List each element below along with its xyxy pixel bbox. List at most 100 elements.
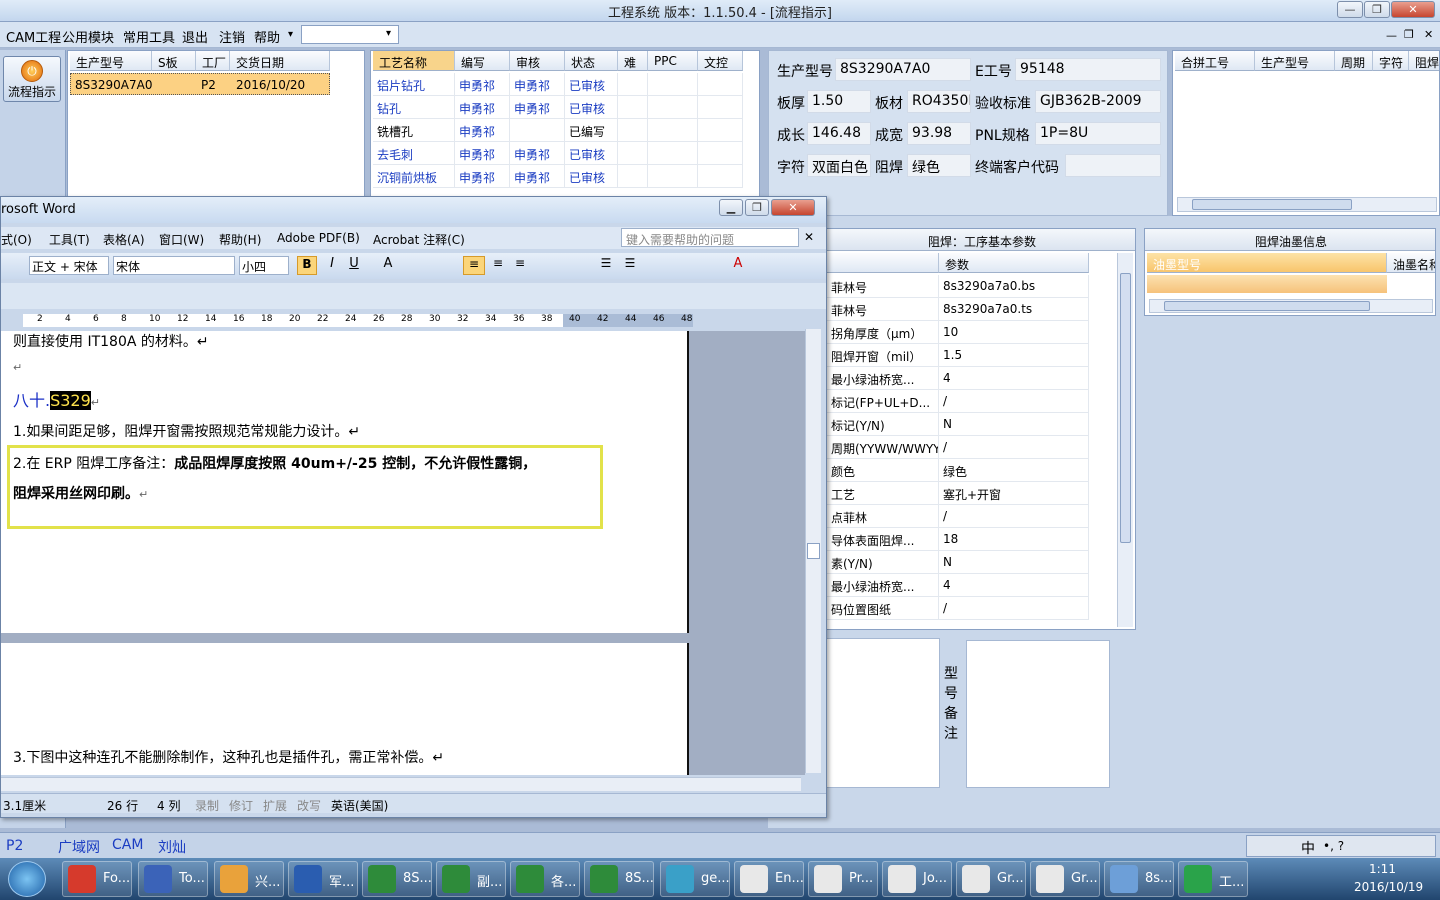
material-field[interactable]: RO4350E (907, 90, 971, 113)
process-cell[interactable] (698, 119, 743, 142)
word-help-search[interactable]: 键入需要帮助的问题 (621, 228, 799, 247)
process-cell[interactable] (648, 119, 698, 142)
mask-param-name[interactable]: 标记(Y/N) (827, 413, 939, 436)
word-menu-adobe[interactable]: Adobe PDF(B) (277, 231, 360, 245)
bullets-button[interactable]: ☰ (621, 256, 639, 275)
process-cell[interactable] (618, 96, 648, 119)
ink-header-model[interactable]: 油墨型号 (1147, 253, 1387, 273)
align-left-button[interactable]: ≡ (463, 256, 485, 275)
process-cell[interactable] (698, 165, 743, 188)
customer-field[interactable] (1065, 154, 1161, 177)
status-rec[interactable]: 录制 (195, 797, 219, 814)
taskbar-item[interactable]: 8S... (362, 861, 432, 897)
mask-param-value[interactable]: N (939, 551, 1089, 574)
merge-hscrollbar[interactable] (1177, 197, 1437, 212)
ink-hscrollbar[interactable] (1149, 299, 1433, 313)
size-select[interactable]: 小四 (239, 256, 289, 275)
style-select[interactable]: 正文 + 宋体 (29, 256, 109, 275)
taskbar-item[interactable]: Gr... (1030, 861, 1100, 897)
doc-vscrollbar[interactable] (805, 329, 821, 773)
mask-param-name[interactable]: 拐角厚度（μm） (827, 321, 939, 344)
ime-mode[interactable]: 中 (1301, 838, 1315, 858)
word-restore-button[interactable]: ❐ (745, 199, 769, 216)
doc-scroll-thumb[interactable] (807, 543, 820, 559)
taskbar-item[interactable]: 各... (510, 861, 580, 897)
order-row[interactable]: 8S3290A7A0 P2 2016/10/20 (70, 73, 330, 95)
mask-param-value[interactable]: 1.5 (939, 344, 1089, 367)
ink-scroll-thumb[interactable] (1164, 301, 1370, 311)
mask-param-name[interactable]: 周期(YYWW/WWYY) (827, 436, 939, 459)
word-menu-acrobat[interactable]: Acrobat 注释(C) (373, 231, 465, 248)
taskbar-item[interactable]: 工... (1178, 861, 1248, 897)
menu-logout[interactable]: 注销 (219, 27, 245, 46)
align-right-button[interactable]: ≡ (511, 256, 529, 275)
status-ovr[interactable]: 改写 (297, 797, 321, 814)
process-cell[interactable] (510, 119, 565, 142)
status-trk[interactable]: 修订 (229, 797, 253, 814)
proc-header-writer[interactable]: 编写 (455, 51, 510, 71)
word-menu-help[interactable]: 帮助(H) (219, 231, 261, 248)
mask-param-name[interactable]: 颜色 (827, 459, 939, 482)
taskbar-item[interactable]: 8S... (584, 861, 654, 897)
font-color-button[interactable]: A (729, 256, 747, 275)
taskbar-item[interactable]: 8s... (1104, 861, 1174, 897)
mask-param-value[interactable]: 8s3290a7a0.bs (939, 275, 1089, 298)
italic-button[interactable]: I (323, 256, 341, 275)
process-cell[interactable]: 已审核 (565, 96, 618, 119)
minimize-button[interactable]: — (1337, 1, 1363, 18)
char-field[interactable]: 双面白色 (807, 154, 871, 177)
mdi-close-button[interactable]: ✕ (1424, 28, 1433, 41)
process-cell[interactable] (698, 73, 743, 96)
mask-param-name[interactable]: 菲林号 (827, 298, 939, 321)
merge-scroll-thumb[interactable] (1192, 199, 1352, 210)
word-menu-tools[interactable]: 工具(T) (49, 231, 90, 248)
pnl-field[interactable]: 1P=8U (1035, 122, 1161, 145)
numbering-button[interactable]: ☰ (597, 256, 615, 275)
word-close-button[interactable]: ✕ (771, 199, 815, 216)
note-textarea[interactable] (966, 640, 1110, 788)
underline-button[interactable]: U (345, 256, 363, 275)
taskbar-item[interactable]: ge... (660, 861, 730, 897)
process-cell[interactable] (698, 142, 743, 165)
order-header-date[interactable]: 交货日期 (230, 51, 330, 71)
mask-params-scroll-thumb[interactable] (1120, 273, 1131, 543)
font-select[interactable]: 宋体 (113, 256, 235, 275)
model-field[interactable]: 8S3290A7A0 (835, 58, 971, 81)
mask-param-value[interactable]: / (939, 505, 1089, 528)
proc-header-reviewer[interactable]: 审核 (510, 51, 565, 71)
word-menu-table[interactable]: 表格(A) (103, 231, 145, 248)
mask-param-value[interactable]: 8s3290a7a0.ts (939, 298, 1089, 321)
mask-param-value[interactable]: 绿色 (939, 459, 1089, 482)
taskbar-item[interactable]: Fo... (62, 861, 132, 897)
process-cell[interactable] (698, 96, 743, 119)
start-button[interactable] (8, 861, 46, 897)
process-cell[interactable]: 铣槽孔 (373, 119, 455, 142)
ink-selected-row[interactable] (1147, 275, 1387, 293)
order-header-factory[interactable]: 工厂 (196, 51, 230, 71)
char-border-button[interactable]: A (379, 256, 397, 275)
eno-field[interactable]: 95148 (1015, 58, 1161, 81)
doc-hscrollbar[interactable] (1, 777, 801, 791)
mask-params-header-value[interactable]: 参数 (939, 253, 1089, 273)
mask-param-value[interactable]: / (939, 436, 1089, 459)
process-cell[interactable]: 钻孔 (373, 96, 455, 119)
merge-header-model[interactable]: 生产型号 (1255, 51, 1335, 71)
mask-param-name[interactable]: 菲林号 (827, 275, 939, 298)
process-cell[interactable]: 申勇祁 (455, 73, 510, 96)
flow-button[interactable]: ⏻ 流程指示 (3, 56, 61, 102)
mask-param-value[interactable]: 4 (939, 574, 1089, 597)
menu-public[interactable]: 公用模块 (62, 27, 114, 46)
process-cell[interactable]: 已审核 (565, 165, 618, 188)
width-field[interactable]: 93.98 (907, 122, 971, 145)
bottom-tab-wan[interactable]: 广域网 (58, 837, 100, 857)
taskbar-item[interactable]: Jo... (882, 861, 952, 897)
proc-header-status[interactable]: 状态 (565, 51, 618, 71)
ink-header-name[interactable]: 油墨名称 (1387, 253, 1435, 273)
merge-header-job[interactable]: 合拼工号 (1175, 51, 1255, 71)
merge-header-char[interactable]: 字符 (1373, 51, 1409, 71)
restore-button[interactable]: ❐ (1364, 1, 1390, 18)
taskbar-item[interactable]: Gr... (956, 861, 1026, 897)
process-cell[interactable]: 申勇祁 (455, 142, 510, 165)
menu-help[interactable]: 帮助 (254, 27, 280, 46)
menu-exit[interactable]: 退出 (182, 27, 208, 46)
